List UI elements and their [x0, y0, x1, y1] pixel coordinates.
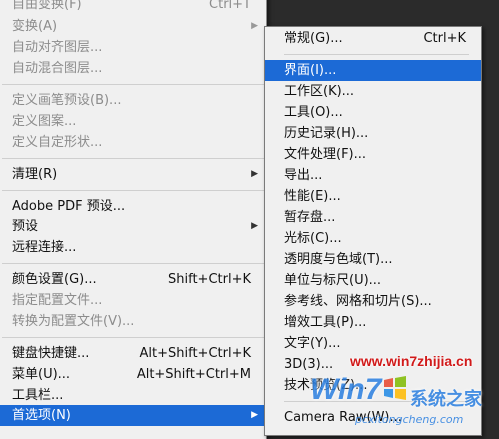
submenu-item-3d[interactable]: 3D(3)... [265, 354, 481, 375]
submenu-arrow-icon: ▶ [251, 169, 258, 179]
preferences-submenu: 常规(G)... Ctrl+K 界面(I)... 工作区(K)... 工具(O)… [264, 26, 482, 436]
menu-item-menus[interactable]: 菜单(U)... Alt+Shift+Ctrl+M [0, 364, 266, 385]
menu-item-toolbar[interactable]: 工具栏... [0, 385, 266, 406]
menu-item-define-custom-shape[interactable]: 定义自定形状... [0, 132, 266, 153]
menu-item-label: 清理(R) [12, 167, 58, 182]
submenu-arrow-icon: ▶ [251, 221, 258, 231]
menu-item-label: 变换(A) [12, 19, 58, 34]
submenu-item-tools[interactable]: 工具(O)... [265, 102, 481, 123]
submenu-item-history-log[interactable]: 历史记录(H)... [265, 123, 481, 144]
menu-item-assign-profile[interactable]: 指定配置文件... [0, 290, 266, 311]
submenu-item-transparency-gamut[interactable]: 透明度与色域(T)... [265, 249, 481, 270]
menu-item-label: 转换为配置文件(V)... [12, 314, 135, 329]
menu-item-label: 自动混合图层... [12, 61, 103, 76]
menu-separator [2, 84, 264, 85]
submenu-item-performance[interactable]: 性能(E)... [265, 186, 481, 207]
menu-separator [2, 190, 264, 191]
menu-item-auto-align-layers[interactable]: 自动对齐图层... [0, 37, 266, 58]
submenu-arrow-icon: ▶ [251, 21, 258, 31]
submenu-item-export[interactable]: 导出... [265, 165, 481, 186]
menu-item-label: 界面(I)... [284, 63, 337, 78]
menu-item-presets[interactable]: 预设 ▶ [0, 216, 266, 237]
menu-item-define-pattern[interactable]: 定义图案... [0, 111, 266, 132]
submenu-item-type[interactable]: 文字(Y)... [265, 333, 481, 354]
menu-separator [284, 54, 469, 55]
menu-item-label: 透明度与色域(T)... [284, 252, 393, 267]
menu-item-purge[interactable]: 清理(R) ▶ [0, 164, 266, 185]
menu-item-color-settings[interactable]: 颜色设置(G)... Shift+Ctrl+K [0, 269, 266, 290]
menu-separator [2, 337, 264, 338]
menu-item-adobe-pdf-presets[interactable]: Adobe PDF 预设... [0, 196, 266, 217]
menu-item-label: 光标(C)... [284, 231, 342, 246]
menu-separator [2, 158, 264, 159]
menu-item-keyboard-shortcuts[interactable]: 键盘快捷键... Alt+Shift+Ctrl+K [0, 343, 266, 364]
menu-item-label: Adobe PDF 预设... [12, 199, 126, 214]
menu-item-label: 导出... [284, 168, 323, 183]
menu-item-label: 文字(Y)... [284, 336, 341, 351]
menu-item-label: 性能(E)... [284, 189, 341, 204]
menu-item-label: 暂存盘... [284, 210, 336, 225]
menu-item-label: 颜色设置(G)... [12, 272, 97, 287]
menu-item-shortcut: Shift+Ctrl+K [168, 272, 251, 287]
menu-item-shortcut: Ctrl+K [423, 31, 466, 46]
menu-item-label: 3D(3)... [284, 357, 334, 372]
menu-item-label: 预设 [12, 219, 39, 234]
menu-item-remote-connections[interactable]: 远程连接... [0, 237, 266, 258]
menu-item-label: 定义图案... [12, 114, 77, 129]
menu-separator [284, 401, 469, 402]
submenu-arrow-icon: ▶ [251, 410, 258, 420]
menu-item-label: 工具栏... [12, 388, 64, 403]
submenu-item-scratch-disks[interactable]: 暂存盘... [265, 207, 481, 228]
menu-item-label: 首选项(N) [12, 408, 71, 423]
menu-item-label: 定义画笔预设(B)... [12, 93, 122, 108]
menu-item-label: 文件处理(F)... [284, 147, 367, 162]
menu-item-free-transform[interactable]: 自由变换(F) Ctrl+T [0, 0, 266, 15]
submenu-item-technology-previews[interactable]: 技术预览(Z)... [265, 375, 481, 396]
menu-separator [2, 263, 264, 264]
menu-item-label: 参考线、网格和切片(S)... [284, 294, 432, 309]
menu-item-label: 增效工具(P)... [284, 315, 367, 330]
menu-item-label: 自由变换(F) [12, 0, 82, 12]
menu-item-label: 自动对齐图层... [12, 40, 103, 55]
menu-item-label: 常规(G)... [284, 31, 343, 46]
submenu-item-camera-raw[interactable]: Camera Raw(W)... [265, 407, 481, 428]
submenu-item-file-handling[interactable]: 文件处理(F)... [265, 144, 481, 165]
menu-item-label: Camera Raw(W)... [284, 410, 402, 425]
menu-item-convert-to-profile[interactable]: 转换为配置文件(V)... [0, 311, 266, 332]
edit-menu: 自由变换(F) Ctrl+T 变换(A) ▶ 自动对齐图层... 自动混合图层.… [0, 0, 267, 439]
submenu-item-cursors[interactable]: 光标(C)... [265, 228, 481, 249]
menu-item-shortcut: Alt+Shift+Ctrl+K [139, 346, 251, 361]
menu-item-label: 远程连接... [12, 240, 77, 255]
menu-item-shortcut: Ctrl+T [209, 0, 251, 12]
menu-item-label: 历史记录(H)... [284, 126, 369, 141]
submenu-item-plugins[interactable]: 增效工具(P)... [265, 312, 481, 333]
menu-item-transform[interactable]: 变换(A) ▶ [0, 16, 266, 37]
menu-item-label: 定义自定形状... [12, 135, 103, 150]
menu-item-label: 菜单(U)... [12, 367, 71, 382]
menu-item-label: 单位与标尺(U)... [284, 273, 382, 288]
submenu-item-interface[interactable]: 界面(I)... [265, 60, 481, 81]
menu-item-define-brush-preset[interactable]: 定义画笔预设(B)... [0, 90, 266, 111]
menu-item-label: 键盘快捷键... [12, 346, 90, 361]
menu-item-label: 工具(O)... [284, 105, 343, 120]
menu-item-label: 技术预览(Z)... [284, 378, 368, 393]
menu-item-label: 工作区(K)... [284, 84, 355, 99]
menu-item-shortcut: Alt+Shift+Ctrl+M [136, 367, 251, 382]
menu-item-label: 指定配置文件... [12, 293, 103, 308]
submenu-item-guides-grid-slices[interactable]: 参考线、网格和切片(S)... [265, 291, 481, 312]
submenu-item-general[interactable]: 常规(G)... Ctrl+K [265, 28, 481, 49]
submenu-item-units-rulers[interactable]: 单位与标尺(U)... [265, 270, 481, 291]
menu-item-auto-blend-layers[interactable]: 自动混合图层... [0, 58, 266, 79]
menu-item-preferences[interactable]: 首选项(N) ▶ [0, 405, 266, 426]
submenu-item-workspace[interactable]: 工作区(K)... [265, 81, 481, 102]
